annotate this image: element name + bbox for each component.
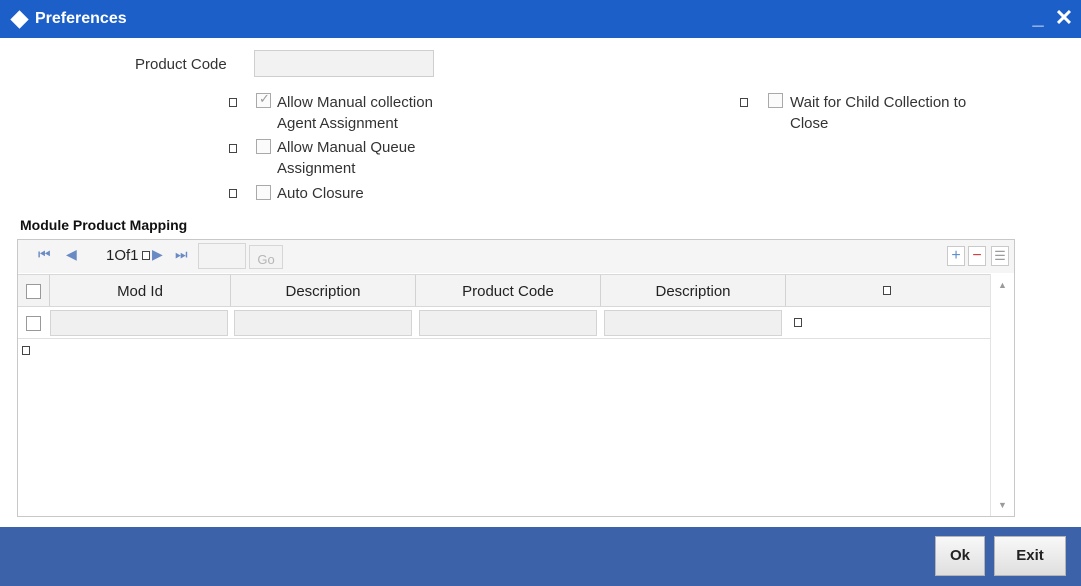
scroll-down-icon[interactable]: ▼ [998,500,1007,510]
page-info: 1Of1 [106,247,139,264]
plus-icon[interactable]: + [947,246,965,266]
wait-for-child-collection-label-line2: Close [790,115,829,132]
field-marker-icon [740,98,748,107]
field-marker-icon [883,286,891,295]
grid-pager: ⏮ ◀ 1Of1 ▶ ⏭ Go + − ☰ [18,240,1014,273]
page-number-input[interactable] [198,243,246,269]
select-all-cell [18,275,50,306]
close-button[interactable]: ✕ [1053,5,1075,31]
allow-manual-collection-label-line2: Agent Assignment [277,115,398,132]
product-code-cell[interactable] [419,310,597,336]
scroll-up-icon[interactable]: ▲ [998,280,1007,290]
title-bar: Preferences _ ✕ [0,0,1081,38]
row-divider [18,338,990,339]
field-marker-icon [229,98,237,107]
go-button[interactable]: Go [249,245,283,269]
field-marker-icon [794,318,802,327]
product-code-field[interactable] [254,50,434,77]
column-header-mod-id[interactable]: Mod Id [50,275,231,306]
field-marker-icon [229,144,237,153]
field-marker-icon [229,189,237,198]
select-all-checkbox[interactable] [26,284,41,299]
grid-scrollbar[interactable]: ▲ ▼ [990,274,1014,516]
allow-manual-queue-label-line2: Assignment [277,160,356,177]
wait-for-child-collection-checkbox[interactable] [768,93,783,108]
column-header-product-code[interactable]: Product Code [416,275,601,306]
list-icon[interactable]: ☰ [991,246,1009,266]
extra-column-header [786,275,990,306]
allow-manual-queue-checkbox[interactable] [256,139,271,154]
field-marker-icon [22,346,30,355]
column-header-description[interactable]: Description [231,275,416,306]
exit-button[interactable]: Exit [994,536,1066,576]
mod-id-cell[interactable] [50,310,228,336]
wait-for-child-collection-label-line1: Wait for Child Collection to [790,94,967,111]
previous-page-icon[interactable]: ◀ [66,246,77,263]
allow-manual-queue-label-line1: Allow Manual Queue [277,139,416,156]
first-page-icon[interactable]: ⏮ [38,246,51,263]
product-code-label: Product Code [135,56,227,73]
minimize-button[interactable]: _ [1029,6,1047,30]
diamond-icon [10,10,29,29]
auto-closure-label: Auto Closure [277,185,364,202]
allow-manual-collection-label-line1: Allow Manual collection [277,94,433,111]
last-page-icon[interactable]: ⏭ [175,246,188,263]
module-product-mapping-title: Module Product Mapping [20,217,188,233]
row-select-checkbox[interactable] [26,316,41,331]
column-header-product-description[interactable]: Description [601,275,786,306]
field-marker-icon [142,251,150,260]
ok-button[interactable]: Ok [935,536,985,576]
minus-icon[interactable]: − [968,246,986,266]
description-cell[interactable] [234,310,412,336]
next-page-icon[interactable]: ▶ [152,246,163,263]
auto-closure-checkbox[interactable] [256,185,271,200]
module-product-mapping-grid: ⏮ ◀ 1Of1 ▶ ⏭ Go + − ☰ Mod Id Description… [17,239,1015,517]
grid-header: Mod Id Description Product Code Descript… [18,274,990,307]
window-title: Preferences [35,10,127,27]
allow-manual-collection-checkbox[interactable] [256,91,271,108]
product-description-cell[interactable] [604,310,782,336]
footer-bar: Ok Exit [0,527,1081,586]
